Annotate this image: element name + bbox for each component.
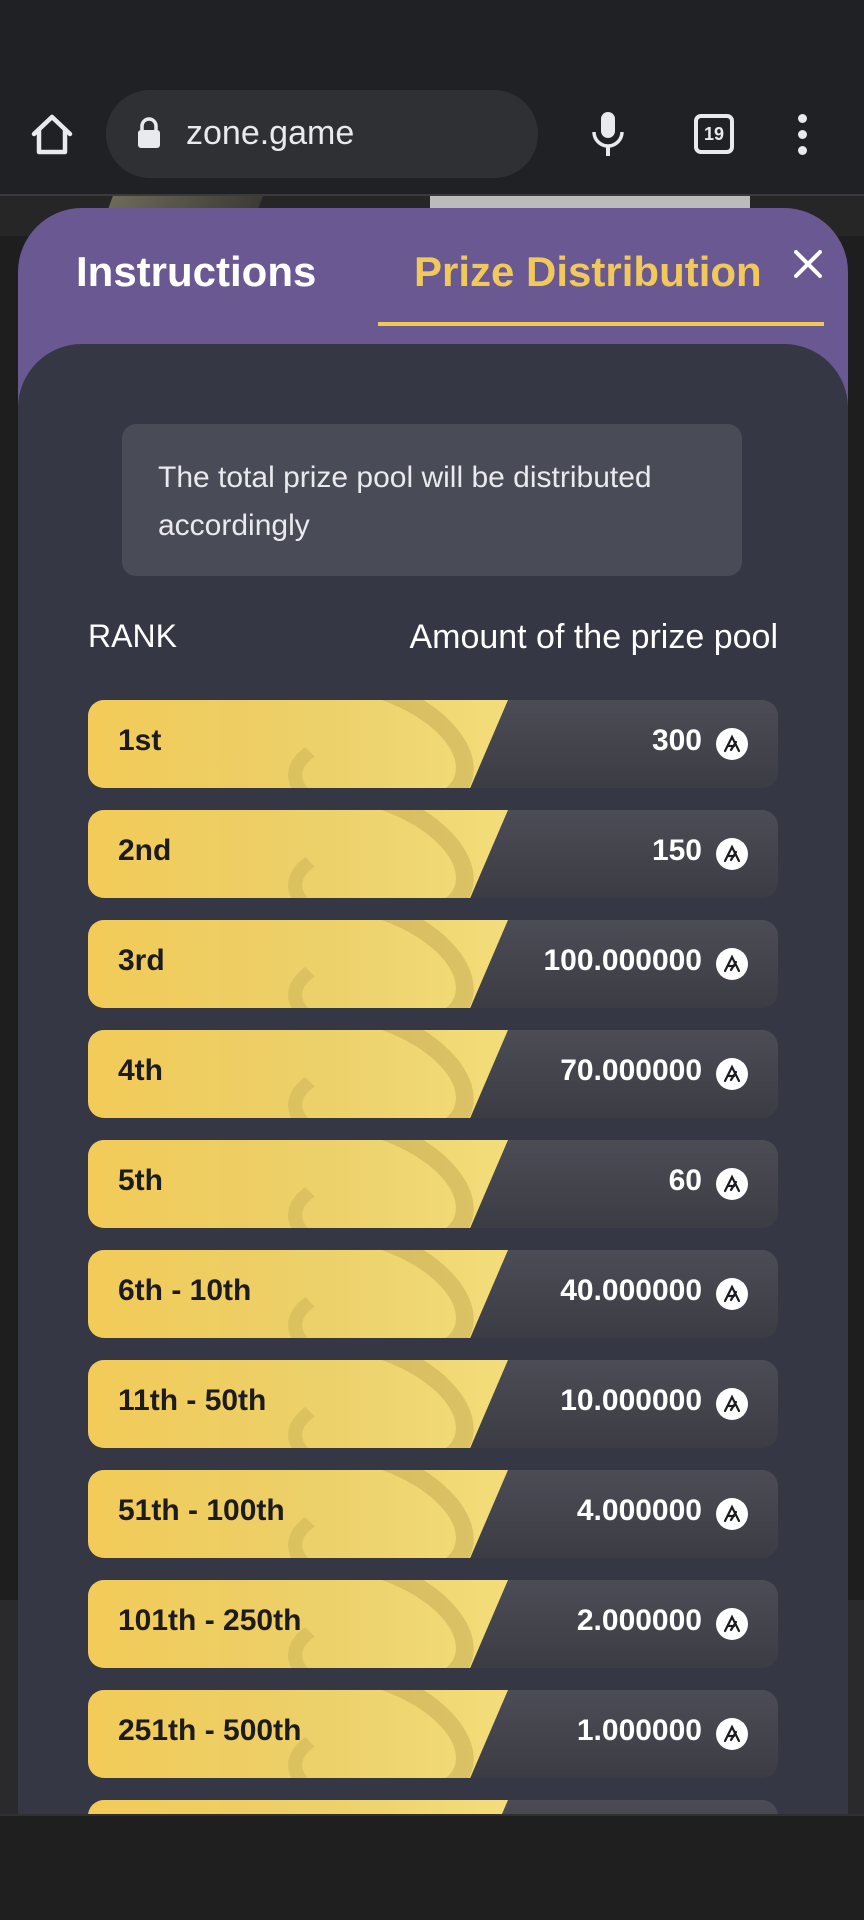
- aptos-token-icon: [716, 1498, 748, 1530]
- rank-label: 1st: [118, 724, 162, 757]
- prize-amount: 2.000000: [576, 1604, 702, 1637]
- prize-row: 11th - 50th 10.000000: [88, 1360, 778, 1448]
- prize-amount: 10.000000: [560, 1384, 702, 1417]
- prize-row: 251th - 500th 1.000000: [88, 1690, 778, 1778]
- browser-toolbar: zone.game 19: [0, 0, 864, 196]
- aptos-token-icon: [716, 1168, 748, 1200]
- rank-label: 101th - 250th: [118, 1604, 302, 1637]
- prize-amount: 60: [668, 1164, 702, 1197]
- prize-table: 1st 300 2nd 150 3rd 100.000000 4th 70.000000 5th…: [88, 700, 778, 1814]
- rank-gold-band: [88, 1800, 508, 1814]
- info-box: The total prize pool will be distributed…: [122, 424, 742, 576]
- prize-row: 6th - 10th 40.000000: [88, 1250, 778, 1338]
- prize-row: 3rd 100.000000: [88, 920, 778, 1008]
- prize-amount: 1.000000: [576, 1714, 702, 1747]
- system-navigation-bar: [0, 1814, 864, 1920]
- aptos-token-icon: [716, 1278, 748, 1310]
- tab-instructions[interactable]: Instructions: [76, 248, 316, 296]
- tab-prize-distribution[interactable]: Prize Distribution: [414, 248, 762, 296]
- rank-label: 251th - 500th: [118, 1714, 302, 1747]
- prize-row: 51th - 100th 4.000000: [88, 1470, 778, 1558]
- rank-label: 51th - 100th: [118, 1494, 285, 1527]
- prize-row-partial: [88, 1800, 778, 1814]
- prize-modal: Instructions Prize Distribution The tota…: [18, 208, 848, 1814]
- aptos-token-icon: [716, 1718, 748, 1750]
- prize-amount: 4.000000: [576, 1494, 702, 1527]
- prize-amount: 40.000000: [560, 1274, 702, 1307]
- aptos-token-icon: [716, 1388, 748, 1420]
- aptos-token-icon: [716, 948, 748, 980]
- rank-label: 6th - 10th: [118, 1274, 252, 1307]
- rank-label: 5th: [118, 1164, 163, 1197]
- rank-label: 4th: [118, 1054, 163, 1087]
- column-header-amount: Amount of the prize pool: [409, 618, 778, 656]
- tab-switcher-button[interactable]: 19: [694, 114, 734, 154]
- lock-icon: [138, 117, 160, 148]
- prize-amount: 100.000000: [543, 944, 703, 977]
- prize-row: 1st 300: [88, 700, 778, 788]
- rank-label: 11th - 50th: [118, 1384, 267, 1417]
- prize-amount: 150: [651, 834, 702, 867]
- aptos-token-icon: [716, 1608, 748, 1640]
- more-vert-icon[interactable]: [796, 114, 808, 155]
- prize-amount: 70.000000: [560, 1054, 702, 1087]
- active-tab-indicator: [378, 322, 824, 326]
- prize-row: 2nd 150: [88, 810, 778, 898]
- aptos-token-icon: [716, 728, 748, 760]
- prize-amount: 300: [651, 724, 702, 757]
- home-icon[interactable]: [28, 112, 76, 156]
- prize-panel: The total prize pool will be distributed…: [18, 344, 848, 1814]
- aptos-token-icon: [716, 1058, 748, 1090]
- rank-label: 2nd: [118, 834, 172, 867]
- column-header-rank: RANK: [88, 618, 177, 654]
- prize-row: 101th - 250th 2.000000: [88, 1580, 778, 1668]
- prize-row: 4th 70.000000: [88, 1030, 778, 1118]
- aptos-token-icon: [716, 838, 748, 870]
- url-text[interactable]: zone.game: [186, 114, 354, 153]
- mic-icon[interactable]: [590, 110, 626, 158]
- close-icon[interactable]: [790, 246, 826, 282]
- prize-row: 5th 60: [88, 1140, 778, 1228]
- rank-label: 3rd: [118, 944, 165, 977]
